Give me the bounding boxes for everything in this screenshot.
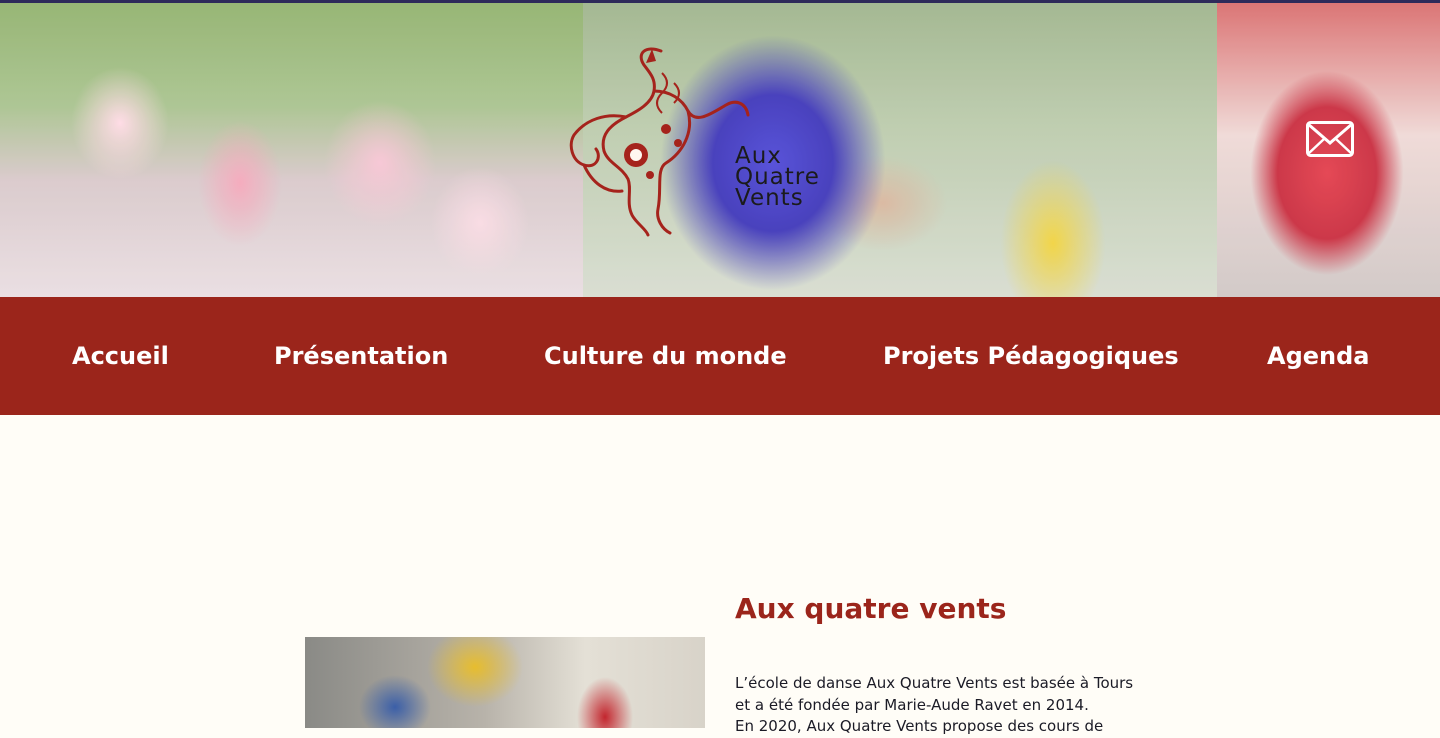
logo-line-3: Vents: [735, 185, 804, 211]
content-photo-dancers: [305, 637, 705, 728]
intro-line-2: et a été fondée par Marie-Aude Ravet en …: [735, 695, 1089, 714]
page-title: Aux quatre vents: [735, 592, 1007, 625]
hero-banner: Aux Quatre Vents: [0, 3, 1440, 297]
nav-item-projets-pedagogiques[interactable]: Projets Pédagogiques: [883, 341, 1179, 371]
photo-overlay: [0, 3, 583, 297]
site-logo[interactable]: Aux Quatre Vents: [566, 43, 846, 243]
horse-icon: [569, 47, 750, 237]
nav-item-culture-du-monde[interactable]: Culture du monde: [544, 341, 787, 371]
nav-item-accueil[interactable]: Accueil: [72, 341, 169, 371]
logo-wordmark: Aux Quatre Vents: [735, 145, 820, 211]
contact-button[interactable]: [1306, 121, 1354, 157]
hero-photo-children-kimono: [0, 3, 583, 297]
main-navigation: Accueil Présentation Culture du monde Pr…: [0, 297, 1440, 415]
nav-item-agenda[interactable]: Agenda: [1267, 341, 1370, 371]
intro-line-1: L’école de danse Aux Quatre Vents est ba…: [735, 674, 1134, 692]
intro-line-3: En 2020, Aux Quatre Vents propose des co…: [735, 717, 1104, 735]
envelope-icon: [1306, 121, 1354, 157]
nav-item-presentation[interactable]: Présentation: [274, 341, 448, 371]
